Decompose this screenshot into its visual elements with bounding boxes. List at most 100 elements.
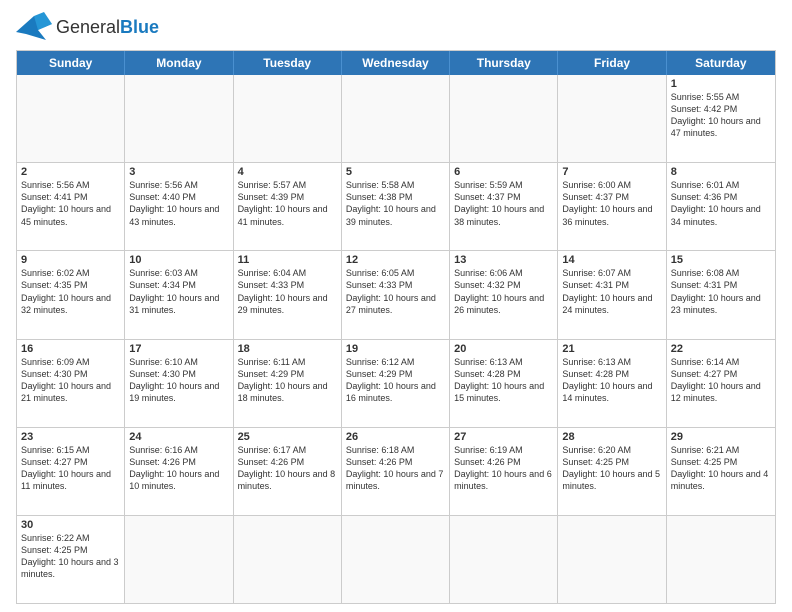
calendar-cell: 23Sunrise: 6:15 AM Sunset: 4:27 PM Dayli… bbox=[17, 428, 125, 515]
calendar-cell: 30Sunrise: 6:22 AM Sunset: 4:25 PM Dayli… bbox=[17, 516, 125, 603]
calendar-cell: 9Sunrise: 6:02 AM Sunset: 4:35 PM Daylig… bbox=[17, 251, 125, 338]
day-number: 4 bbox=[238, 166, 337, 178]
cell-info: Sunrise: 5:57 AM Sunset: 4:39 PM Dayligh… bbox=[238, 179, 337, 228]
day-number: 28 bbox=[562, 431, 661, 443]
calendar-cell: 28Sunrise: 6:20 AM Sunset: 4:25 PM Dayli… bbox=[558, 428, 666, 515]
day-number: 6 bbox=[454, 166, 553, 178]
day-number: 8 bbox=[671, 166, 771, 178]
calendar-cell: 22Sunrise: 6:14 AM Sunset: 4:27 PM Dayli… bbox=[667, 340, 775, 427]
calendar-cell: 3Sunrise: 5:56 AM Sunset: 4:40 PM Daylig… bbox=[125, 163, 233, 250]
cell-info: Sunrise: 6:10 AM Sunset: 4:30 PM Dayligh… bbox=[129, 356, 228, 405]
cell-info: Sunrise: 6:02 AM Sunset: 4:35 PM Dayligh… bbox=[21, 267, 120, 316]
calendar-cell: 2Sunrise: 5:56 AM Sunset: 4:41 PM Daylig… bbox=[17, 163, 125, 250]
calendar-row: 9Sunrise: 6:02 AM Sunset: 4:35 PM Daylig… bbox=[17, 250, 775, 338]
calendar-cell: 20Sunrise: 6:13 AM Sunset: 4:28 PM Dayli… bbox=[450, 340, 558, 427]
calendar-cell bbox=[450, 75, 558, 162]
calendar-cell: 14Sunrise: 6:07 AM Sunset: 4:31 PM Dayli… bbox=[558, 251, 666, 338]
cell-info: Sunrise: 5:59 AM Sunset: 4:37 PM Dayligh… bbox=[454, 179, 553, 228]
calendar-cell bbox=[234, 75, 342, 162]
cell-info: Sunrise: 6:00 AM Sunset: 4:37 PM Dayligh… bbox=[562, 179, 661, 228]
calendar-cell: 13Sunrise: 6:06 AM Sunset: 4:32 PM Dayli… bbox=[450, 251, 558, 338]
calendar-cell bbox=[342, 75, 450, 162]
cell-info: Sunrise: 6:22 AM Sunset: 4:25 PM Dayligh… bbox=[21, 532, 120, 581]
day-number: 9 bbox=[21, 254, 120, 266]
cell-info: Sunrise: 5:55 AM Sunset: 4:42 PM Dayligh… bbox=[671, 91, 771, 140]
weekday-header: Saturday bbox=[667, 51, 775, 75]
weekday-header: Thursday bbox=[450, 51, 558, 75]
day-number: 1 bbox=[671, 78, 771, 90]
day-number: 20 bbox=[454, 343, 553, 355]
cell-info: Sunrise: 6:04 AM Sunset: 4:33 PM Dayligh… bbox=[238, 267, 337, 316]
weekday-header: Monday bbox=[125, 51, 233, 75]
calendar-cell: 4Sunrise: 5:57 AM Sunset: 4:39 PM Daylig… bbox=[234, 163, 342, 250]
header: GeneralBlue bbox=[16, 12, 776, 42]
weekday-header: Wednesday bbox=[342, 51, 450, 75]
calendar-row: 23Sunrise: 6:15 AM Sunset: 4:27 PM Dayli… bbox=[17, 427, 775, 515]
cell-info: Sunrise: 6:14 AM Sunset: 4:27 PM Dayligh… bbox=[671, 356, 771, 405]
cell-info: Sunrise: 6:16 AM Sunset: 4:26 PM Dayligh… bbox=[129, 444, 228, 493]
calendar-cell bbox=[667, 516, 775, 603]
cell-info: Sunrise: 6:09 AM Sunset: 4:30 PM Dayligh… bbox=[21, 356, 120, 405]
weekday-header: Sunday bbox=[17, 51, 125, 75]
calendar-row: 1Sunrise: 5:55 AM Sunset: 4:42 PM Daylig… bbox=[17, 75, 775, 162]
day-number: 17 bbox=[129, 343, 228, 355]
calendar-cell: 6Sunrise: 5:59 AM Sunset: 4:37 PM Daylig… bbox=[450, 163, 558, 250]
cell-info: Sunrise: 6:18 AM Sunset: 4:26 PM Dayligh… bbox=[346, 444, 445, 493]
cell-info: Sunrise: 6:17 AM Sunset: 4:26 PM Dayligh… bbox=[238, 444, 337, 493]
calendar-row: 30Sunrise: 6:22 AM Sunset: 4:25 PM Dayli… bbox=[17, 515, 775, 603]
calendar-cell bbox=[125, 75, 233, 162]
cell-info: Sunrise: 6:06 AM Sunset: 4:32 PM Dayligh… bbox=[454, 267, 553, 316]
calendar-cell bbox=[125, 516, 233, 603]
cell-info: Sunrise: 5:58 AM Sunset: 4:38 PM Dayligh… bbox=[346, 179, 445, 228]
cell-info: Sunrise: 6:19 AM Sunset: 4:26 PM Dayligh… bbox=[454, 444, 553, 493]
day-number: 24 bbox=[129, 431, 228, 443]
day-number: 13 bbox=[454, 254, 553, 266]
day-number: 5 bbox=[346, 166, 445, 178]
day-number: 27 bbox=[454, 431, 553, 443]
day-number: 21 bbox=[562, 343, 661, 355]
calendar-cell: 15Sunrise: 6:08 AM Sunset: 4:31 PM Dayli… bbox=[667, 251, 775, 338]
calendar-cell: 16Sunrise: 6:09 AM Sunset: 4:30 PM Dayli… bbox=[17, 340, 125, 427]
day-number: 29 bbox=[671, 431, 771, 443]
calendar-cell bbox=[17, 75, 125, 162]
cell-info: Sunrise: 6:21 AM Sunset: 4:25 PM Dayligh… bbox=[671, 444, 771, 493]
calendar-cell bbox=[342, 516, 450, 603]
calendar-row: 2Sunrise: 5:56 AM Sunset: 4:41 PM Daylig… bbox=[17, 162, 775, 250]
cell-info: Sunrise: 5:56 AM Sunset: 4:40 PM Dayligh… bbox=[129, 179, 228, 228]
cell-info: Sunrise: 6:13 AM Sunset: 4:28 PM Dayligh… bbox=[562, 356, 661, 405]
logo-text: GeneralBlue bbox=[56, 17, 159, 38]
calendar-cell bbox=[450, 516, 558, 603]
day-number: 14 bbox=[562, 254, 661, 266]
cell-info: Sunrise: 6:12 AM Sunset: 4:29 PM Dayligh… bbox=[346, 356, 445, 405]
day-number: 25 bbox=[238, 431, 337, 443]
day-number: 15 bbox=[671, 254, 771, 266]
calendar-cell bbox=[558, 75, 666, 162]
logo-icon bbox=[16, 12, 52, 42]
weekday-header: Tuesday bbox=[234, 51, 342, 75]
day-number: 2 bbox=[21, 166, 120, 178]
calendar-cell: 5Sunrise: 5:58 AM Sunset: 4:38 PM Daylig… bbox=[342, 163, 450, 250]
calendar-cell: 7Sunrise: 6:00 AM Sunset: 4:37 PM Daylig… bbox=[558, 163, 666, 250]
cell-info: Sunrise: 6:20 AM Sunset: 4:25 PM Dayligh… bbox=[562, 444, 661, 493]
calendar-cell: 26Sunrise: 6:18 AM Sunset: 4:26 PM Dayli… bbox=[342, 428, 450, 515]
day-number: 18 bbox=[238, 343, 337, 355]
day-number: 10 bbox=[129, 254, 228, 266]
day-number: 11 bbox=[238, 254, 337, 266]
day-number: 19 bbox=[346, 343, 445, 355]
day-number: 3 bbox=[129, 166, 228, 178]
day-number: 30 bbox=[21, 519, 120, 531]
calendar-cell: 24Sunrise: 6:16 AM Sunset: 4:26 PM Dayli… bbox=[125, 428, 233, 515]
calendar-cell: 29Sunrise: 6:21 AM Sunset: 4:25 PM Dayli… bbox=[667, 428, 775, 515]
calendar-cell: 11Sunrise: 6:04 AM Sunset: 4:33 PM Dayli… bbox=[234, 251, 342, 338]
day-number: 12 bbox=[346, 254, 445, 266]
cell-info: Sunrise: 6:03 AM Sunset: 4:34 PM Dayligh… bbox=[129, 267, 228, 316]
logo-blue: Blue bbox=[120, 17, 159, 37]
day-number: 16 bbox=[21, 343, 120, 355]
logo-general: General bbox=[56, 17, 120, 37]
cell-info: Sunrise: 6:01 AM Sunset: 4:36 PM Dayligh… bbox=[671, 179, 771, 228]
calendar-cell: 12Sunrise: 6:05 AM Sunset: 4:33 PM Dayli… bbox=[342, 251, 450, 338]
calendar-cell: 18Sunrise: 6:11 AM Sunset: 4:29 PM Dayli… bbox=[234, 340, 342, 427]
calendar-row: 16Sunrise: 6:09 AM Sunset: 4:30 PM Dayli… bbox=[17, 339, 775, 427]
day-number: 23 bbox=[21, 431, 120, 443]
logo: GeneralBlue bbox=[16, 12, 159, 42]
